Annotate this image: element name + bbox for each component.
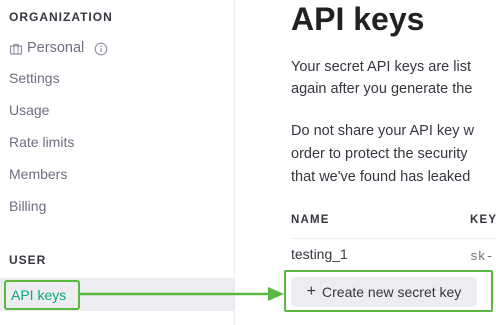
briefcase-icon <box>9 41 23 55</box>
organization-section-label: ORGANIZATION <box>9 10 113 24</box>
table-header-divider <box>291 238 496 239</box>
warning-line: Do not share your API key w <box>291 123 474 139</box>
api-keys-page: ORGANIZATION Personal Settings Usage Rat… <box>0 0 496 325</box>
page-title: API keys <box>291 1 425 37</box>
user-section-label: USER <box>9 253 47 267</box>
column-header-name: NAME <box>291 214 330 226</box>
description-line: Your secret API keys are list <box>291 59 471 75</box>
org-name: Personal <box>27 40 85 56</box>
warning-line: that we've found has leaked <box>291 169 471 185</box>
key-name-cell: testing_1 <box>291 246 348 262</box>
sidebar-item-rate-limits[interactable]: Rate limits <box>9 132 74 152</box>
warning-line: order to protect the security <box>291 146 468 162</box>
info-icon[interactable] <box>94 41 108 56</box>
key-value-cell: sk- <box>470 249 494 264</box>
sidebar-item-usage[interactable]: Usage <box>9 100 49 120</box>
create-button-label: Create new secret key <box>322 284 462 300</box>
create-secret-key-button[interactable]: + Create new secret key <box>291 277 477 307</box>
arrow-right-icon <box>80 287 284 301</box>
sidebar-item-billing[interactable]: Billing <box>9 196 46 216</box>
sidebar-item-members[interactable]: Members <box>9 164 67 184</box>
column-header-key: KEY <box>470 214 496 226</box>
sidebar-item-api-keys[interactable]: API keys <box>4 280 80 310</box>
description-line: again after you generate the <box>291 81 473 97</box>
sidebar: ORGANIZATION Personal Settings Usage Rat… <box>0 0 235 325</box>
org-switcher[interactable]: Personal <box>9 38 108 58</box>
plus-icon: + <box>306 283 317 300</box>
sidebar-item-settings[interactable]: Settings <box>9 68 60 88</box>
